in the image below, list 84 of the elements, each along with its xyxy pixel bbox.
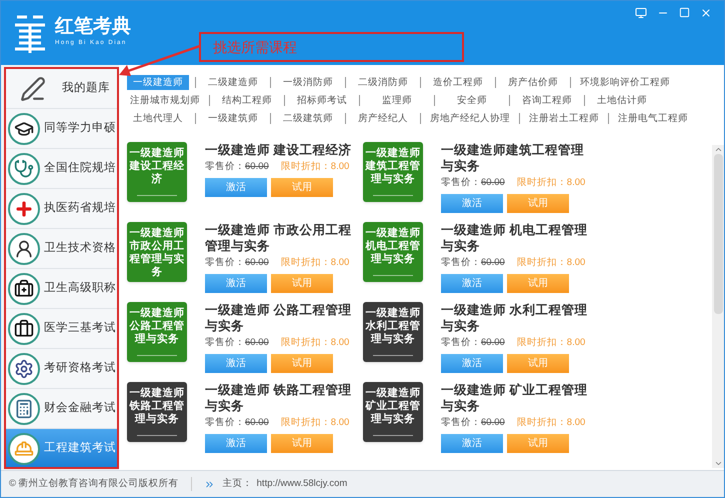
discount-label: 限时折扣：8.00: [280, 256, 350, 270]
sidebar-item[interactable]: 财会金融考试: [4, 389, 119, 429]
course-thumbnail[interactable]: 一级建造师建筑工程管理与实务: [363, 142, 423, 202]
course-title: 一级建造师 水利工程管理与实务: [441, 302, 588, 334]
price-label: 零售价：60.00: [441, 256, 505, 270]
course-thumbnail[interactable]: 一级建造师铁路工程管理与实务: [127, 382, 187, 442]
copyright-text: © 衢州立创教育咨询有限公司版权所有: [9, 476, 179, 491]
skin-icon[interactable]: [635, 7, 647, 19]
discount-label: 限时折扣：8.00: [280, 336, 350, 350]
sidebar-item[interactable]: 我的题库: [4, 69, 119, 109]
discount-label: 限时折扣：8.00: [516, 416, 586, 430]
price-label: 零售价：60.00: [441, 416, 505, 430]
category-tab[interactable]: 房产经纪人: [352, 111, 414, 126]
app-title: 红笔考典: [55, 15, 131, 39]
category-tab[interactable]: 土地代理人: [127, 111, 189, 126]
scroll-down-icon[interactable]: [714, 459, 722, 468]
maximize-icon[interactable]: [679, 7, 690, 18]
category-tab[interactable]: 监理师: [366, 93, 428, 108]
category-tab[interactable]: 一级消防师: [277, 75, 339, 90]
category-tab[interactable]: 造价工程师: [427, 75, 489, 90]
sidebar-item[interactable]: 医学三基考试: [4, 309, 119, 349]
scroll-up-icon[interactable]: [714, 145, 722, 154]
discount-label: 限时折扣：8.00: [516, 336, 586, 350]
sidebar-item[interactable]: 同等学力申硕: [4, 109, 119, 149]
course-title: 一级建造师 矿业工程管理与实务: [441, 382, 588, 414]
medical-bag-icon: [8, 312, 40, 344]
category-tab[interactable]: 房产估价师: [502, 75, 564, 90]
sidebar-item[interactable]: 卫生高级职称: [4, 269, 119, 309]
sidebar-item[interactable]: 卫生技术资格: [4, 229, 119, 269]
calculator-icon: [8, 392, 40, 424]
home-link[interactable]: http://www.58lcjy.com: [256, 476, 348, 492]
chevrons-icon: [204, 478, 215, 490]
course-title: 一级建造师 公路工程管理与实务: [205, 302, 352, 334]
sidebar-item[interactable]: 全国住院规培: [4, 149, 119, 189]
discount-label: 限时折扣：8.00: [280, 416, 350, 430]
course-thumbnail[interactable]: 一级建造师公路工程管理与实务: [127, 302, 187, 362]
category-tab[interactable]: 安全师: [441, 93, 503, 108]
category-tab[interactable]: 房地产经纪人协理: [427, 111, 513, 126]
course-title: 一级建造师建筑工程管理与实务: [441, 142, 585, 174]
category-tab[interactable]: 注册岩土工程师: [526, 111, 602, 126]
category-tab[interactable]: 招标师考试: [291, 93, 353, 108]
home-label: 主页：: [222, 476, 253, 491]
category-tab[interactable]: 二级消防师: [352, 75, 414, 90]
price-label: 零售价：60.00: [205, 256, 269, 270]
category-tab[interactable]: 咨询工程师: [516, 93, 578, 108]
category-tab[interactable]: 注册城市规划师: [127, 93, 203, 108]
course-title: 一级建造师 机电工程管理与实务: [441, 222, 588, 254]
course-thumbnail[interactable]: 一级建造师水利工程管理与实务: [363, 302, 423, 362]
pen-icon: [20, 76, 46, 102]
price-label: 零售价：60.00: [441, 176, 505, 190]
medical-cross-icon: [8, 192, 40, 224]
price-label: 零售价：60.00: [205, 416, 269, 430]
annotation-box: 挑选所需课程: [199, 32, 464, 62]
gear-icon: [8, 352, 40, 384]
logo-icon: [13, 13, 47, 55]
medical-kit-icon: [8, 272, 40, 304]
course-title: 一级建造师 市政公用工程管理与实务: [205, 222, 352, 254]
category-tab[interactable]: 一级建筑师: [202, 111, 264, 126]
graduation-cap-icon: [8, 112, 40, 144]
course-thumbnail[interactable]: 一级建造师机电工程管理与实务: [363, 222, 423, 282]
course-thumbnail[interactable]: 一级建造师矿业工程管理与实务: [363, 382, 423, 442]
category-tab[interactable]: 二级建筑师: [277, 111, 339, 126]
course-title: 一级建造师 建设工程经济: [205, 142, 352, 158]
category-tab[interactable]: 结构工程师: [216, 93, 278, 108]
category-tab[interactable]: 土地估计师: [591, 93, 653, 108]
price-label: 零售价：60.00: [205, 336, 269, 350]
category-tab[interactable]: 环境影响评价工程师: [577, 75, 673, 90]
price-label: 零售价：60.00: [441, 336, 505, 350]
category-tab[interactable]: 二级建造师: [202, 75, 264, 90]
discount-label: 限时折扣：8.00: [280, 160, 350, 174]
course-thumbnail[interactable]: 一级建造师市政公用工程管理与实务: [127, 222, 187, 282]
category-tab[interactable]: 注册电气工程师: [615, 111, 691, 126]
stethoscope-icon: [8, 152, 40, 184]
discount-label: 限时折扣：8.00: [516, 256, 586, 270]
close-icon[interactable]: [700, 7, 712, 19]
price-label: 零售价：60.00: [205, 160, 269, 174]
sidebar-item[interactable]: 考研资格考试: [4, 349, 119, 389]
sidebar-item[interactable]: 执医药省规培: [4, 189, 119, 229]
hard-hat-icon: [8, 432, 40, 464]
course-title: 一级建造师 铁路工程管理与实务: [205, 382, 352, 414]
person-icon: [8, 232, 40, 264]
course-thumbnail[interactable]: 一级建造师建设工程经济: [127, 142, 187, 202]
scrollbar[interactable]: [712, 145, 724, 468]
discount-label: 限时折扣：8.00: [516, 176, 586, 190]
